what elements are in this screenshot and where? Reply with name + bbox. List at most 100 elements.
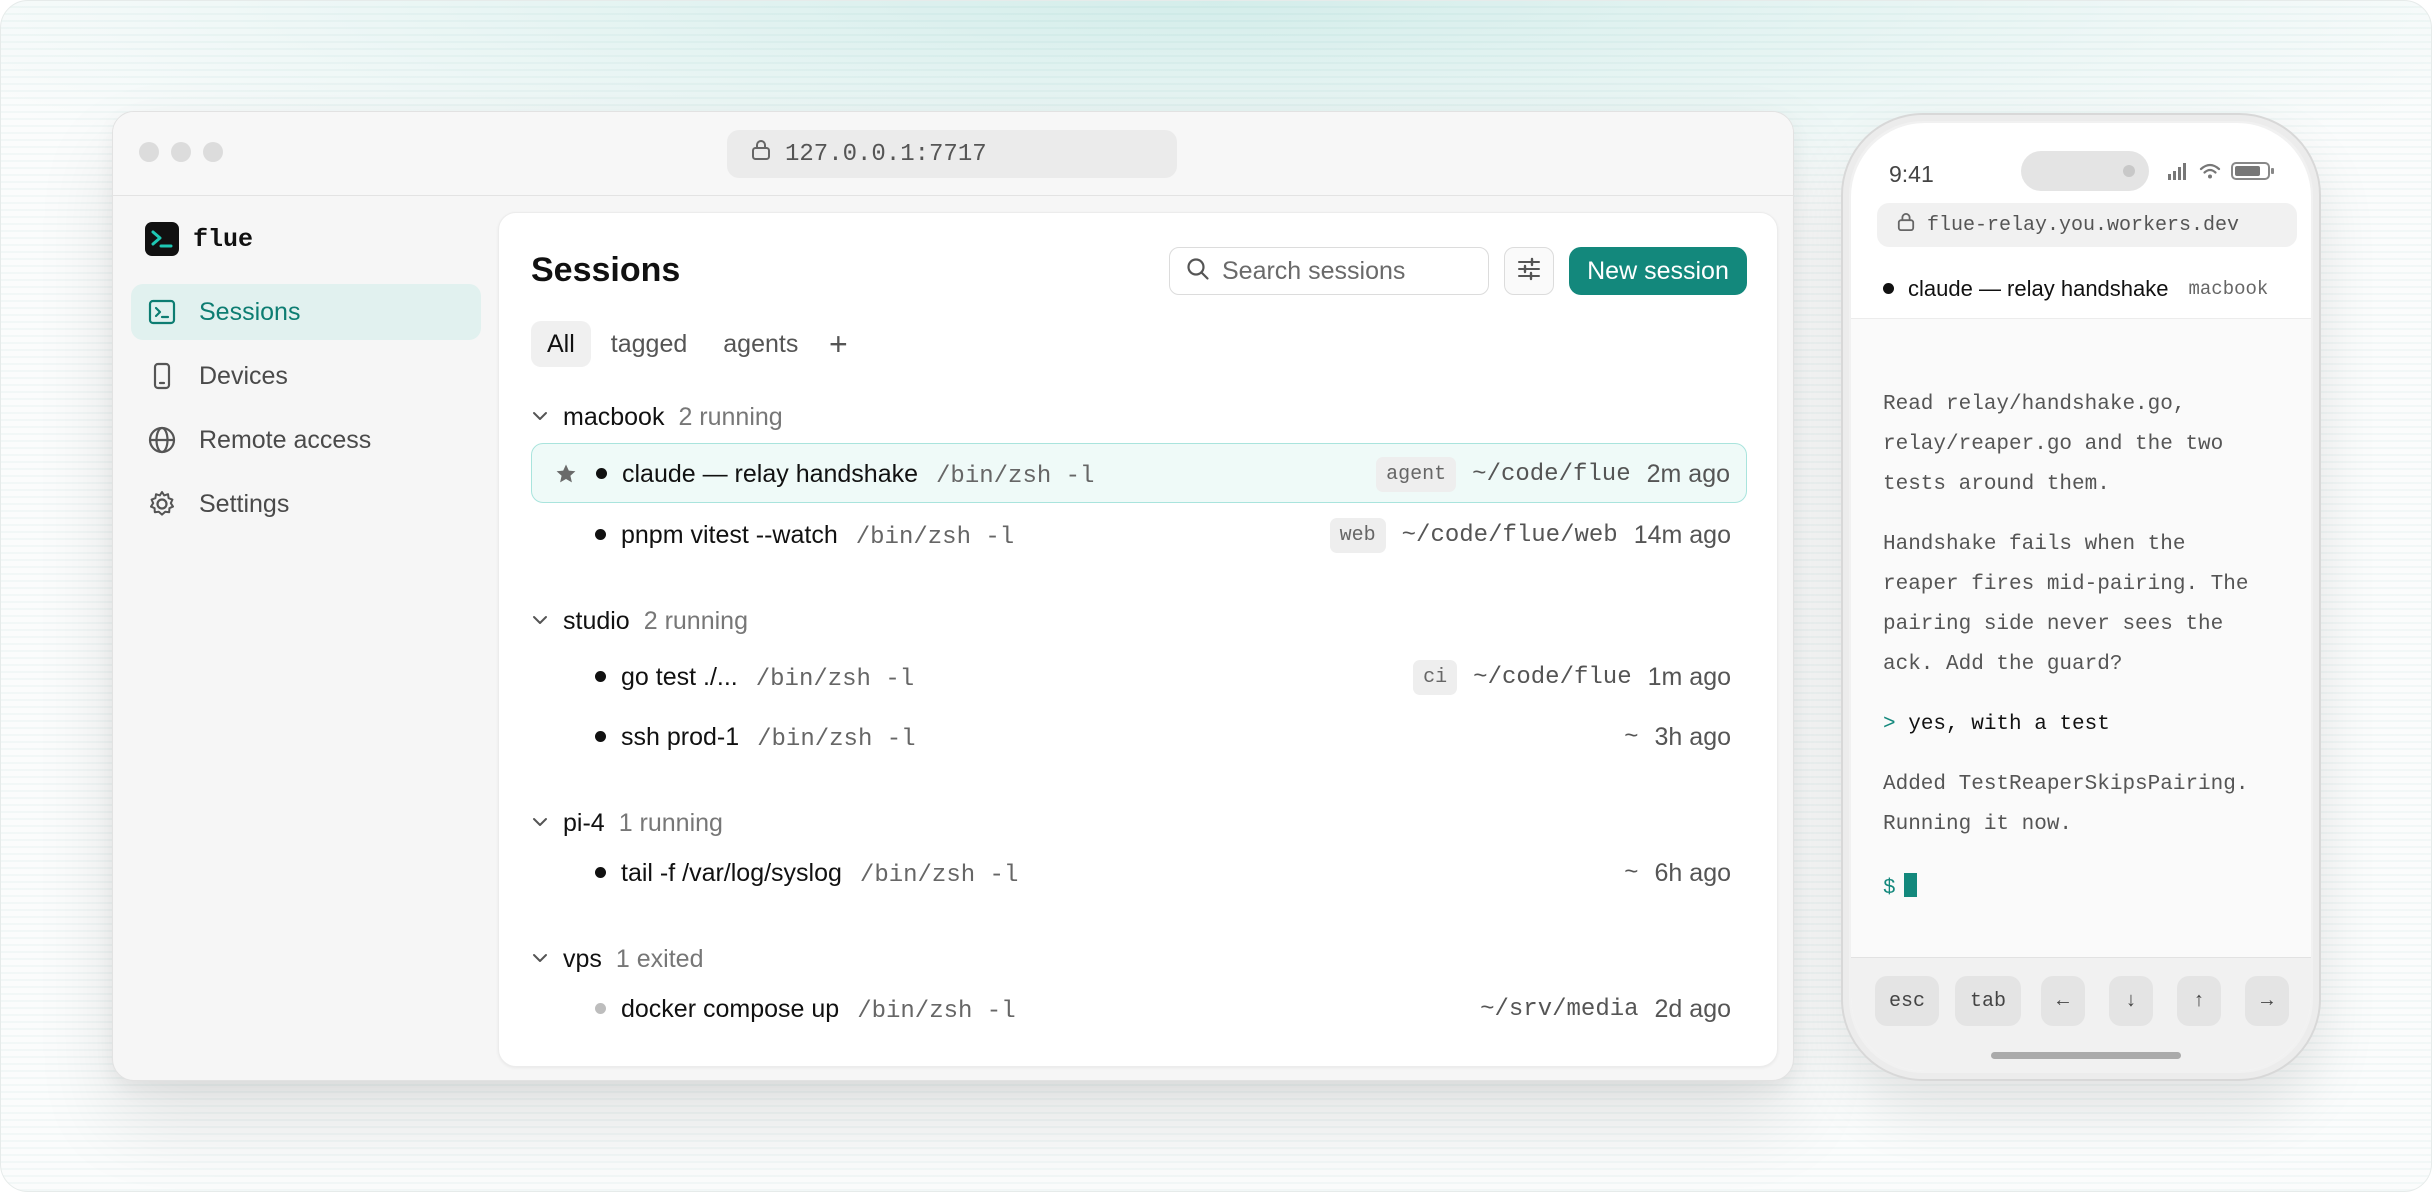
shell-prompt: $: [1883, 877, 1896, 900]
chevron-down-icon: [531, 945, 549, 974]
star-icon[interactable]: [554, 462, 578, 491]
home-indicator[interactable]: [1991, 1052, 2181, 1059]
session-name: docker compose up: [621, 995, 840, 1023]
arrow-up-key[interactable]: ↑: [2177, 976, 2221, 1026]
phone-address-bar[interactable]: flue-relay.you.workers.dev: [1877, 203, 2297, 247]
search-input[interactable]: [1222, 256, 1472, 286]
terminal-line: ack. Add the guard?: [1883, 653, 2123, 676]
sidebar-item-label: Sessions: [199, 297, 301, 326]
sidebar-item-sessions[interactable]: Sessions: [131, 284, 481, 340]
search-box[interactable]: [1169, 247, 1489, 295]
terminal-line: Read relay/handshake.go,: [1883, 393, 2186, 416]
chevron-down-icon: [531, 403, 549, 432]
sidebar-item-devices[interactable]: Devices: [131, 348, 481, 404]
browser-titlebar: 127.0.0.1:7717: [113, 112, 1793, 196]
terminal-view[interactable]: Read relay/handshake.go, relay/reaper.go…: [1851, 319, 2311, 957]
status-time: 9:41: [1889, 161, 1934, 187]
chevron-down-icon: [531, 809, 549, 838]
minimize-window-dot[interactable]: [171, 142, 191, 162]
session-row[interactable]: claude — relay handshake/bin/zsh -l agen…: [531, 443, 1747, 503]
backdrop: 127.0.0.1:7717 flue Sessions Devices Rem…: [0, 0, 2432, 1192]
dynamic-island: [2021, 151, 2149, 191]
group-name: pi-4: [563, 808, 605, 837]
page-title: Sessions: [531, 251, 681, 289]
address-text: 127.0.0.1:7717: [785, 140, 987, 168]
session-row[interactable]: ssh prod-1/bin/zsh -l ~ 3h ago: [531, 707, 1747, 767]
arrow-left-key[interactable]: ←: [2041, 976, 2085, 1026]
session-time: 14m ago: [1633, 520, 1731, 549]
lock-icon: [751, 139, 771, 169]
session-row[interactable]: pnpm vitest --watch/bin/zsh -l web ~/cod…: [531, 505, 1747, 565]
session-row[interactable]: docker compose up/bin/zsh -l ~/srv/media…: [531, 979, 1747, 1039]
new-session-button[interactable]: New session: [1569, 247, 1747, 295]
session-name: claude — relay handshake: [622, 460, 919, 488]
session-tag: web: [1329, 517, 1386, 553]
session-shell: /bin/zsh -l: [859, 862, 1019, 889]
tab-tagged[interactable]: tagged: [595, 321, 703, 367]
running-dot-icon: [595, 529, 606, 540]
filter-button[interactable]: [1504, 247, 1554, 295]
globe-icon: [147, 425, 177, 455]
phone-screen: 9:41 flue-relay.you.workers.dev claude —…: [1851, 123, 2311, 1071]
terminal-key-bar: esc tab ← ↓ ↑ →: [1851, 957, 2311, 1071]
session-name: tail -f /var/log/syslog: [621, 859, 842, 887]
chevron-down-icon: [531, 607, 549, 636]
group-header-macbook[interactable]: macbook 2 running: [531, 397, 783, 437]
session-path: ~/code/flue: [1472, 460, 1631, 488]
session-path: ~/code/flue: [1473, 663, 1632, 691]
address-bar[interactable]: 127.0.0.1:7717: [727, 130, 1177, 178]
lock-icon: [1897, 212, 1915, 239]
session-time: 3h ago: [1654, 722, 1731, 751]
running-dot-icon: [1883, 283, 1894, 294]
terminal-input-line[interactable]: $: [1883, 873, 1917, 900]
close-window-dot[interactable]: [139, 142, 159, 162]
group-name: macbook: [563, 402, 665, 431]
session-time: 2m ago: [1646, 459, 1730, 488]
brand[interactable]: flue: [145, 222, 253, 256]
session-row[interactable]: tail -f /var/log/syslog/bin/zsh -l ~ 6h …: [531, 843, 1747, 903]
sidebar-item-remote-access[interactable]: Remote access: [131, 412, 481, 468]
sliders-icon: [1516, 256, 1542, 287]
group-status: 1 running: [618, 808, 723, 837]
group-header-pi-4[interactable]: pi-4 1 running: [531, 803, 723, 843]
group-header-vps[interactable]: vps 1 exited: [531, 939, 703, 979]
tab-all[interactable]: All: [531, 321, 591, 367]
command-text: yes, with a test: [1908, 713, 2110, 736]
group-header-studio[interactable]: studio 2 running: [531, 601, 748, 641]
zoom-window-dot[interactable]: [203, 142, 223, 162]
phone-address-text: flue-relay.you.workers.dev: [1927, 213, 2240, 237]
signal-icon: [2167, 162, 2189, 185]
terminal-line: Handshake fails when the: [1883, 533, 2186, 556]
gear-icon: [147, 489, 177, 519]
terminal-line: relay/reaper.go and the two: [1883, 433, 2224, 456]
arrow-down-key[interactable]: ↓: [2109, 976, 2153, 1026]
terminal-line: Added TestReaperSkipsPairing.: [1883, 773, 2249, 796]
filter-tabs: All tagged agents +: [531, 321, 858, 367]
terminal-icon: [147, 297, 177, 327]
phone-icon: [147, 361, 177, 391]
add-tab-button[interactable]: +: [818, 321, 858, 367]
sidebar-item-settings[interactable]: Settings: [131, 476, 481, 532]
terminal-line: reaper fires mid-pairing. The: [1883, 573, 2249, 596]
browser-window: 127.0.0.1:7717 flue Sessions Devices Rem…: [112, 111, 1794, 1081]
text-cursor: [1903, 873, 1917, 897]
session-path: ~/code/flue/web: [1401, 521, 1618, 549]
session-time: 6h ago: [1654, 858, 1731, 887]
battery-icon: [2231, 161, 2275, 186]
camera-icon: [2123, 165, 2135, 177]
esc-key[interactable]: esc: [1875, 976, 1939, 1026]
phone-session-title: claude — relay handshake: [1908, 275, 2169, 301]
arrow-right-key[interactable]: →: [2245, 976, 2289, 1026]
session-row[interactable]: go test ./.../bin/zsh -l ci ~/code/flue …: [531, 647, 1747, 707]
sessions-panel: Sessions New session All tagged agents +: [498, 212, 1778, 1067]
tab-key[interactable]: tab: [1955, 976, 2021, 1026]
phone-session-host: macbook: [2188, 277, 2269, 300]
exited-dot-icon: [595, 1003, 606, 1014]
phone-session-header[interactable]: claude — relay handshake macbook: [1851, 259, 2311, 319]
running-dot-icon: [595, 731, 606, 742]
session-time: 2d ago: [1654, 994, 1731, 1023]
flue-logo-icon: [145, 222, 179, 256]
session-shell: /bin/zsh -l: [857, 998, 1016, 1025]
tab-agents[interactable]: agents: [707, 321, 814, 367]
session-time: 1m ago: [1647, 662, 1731, 691]
